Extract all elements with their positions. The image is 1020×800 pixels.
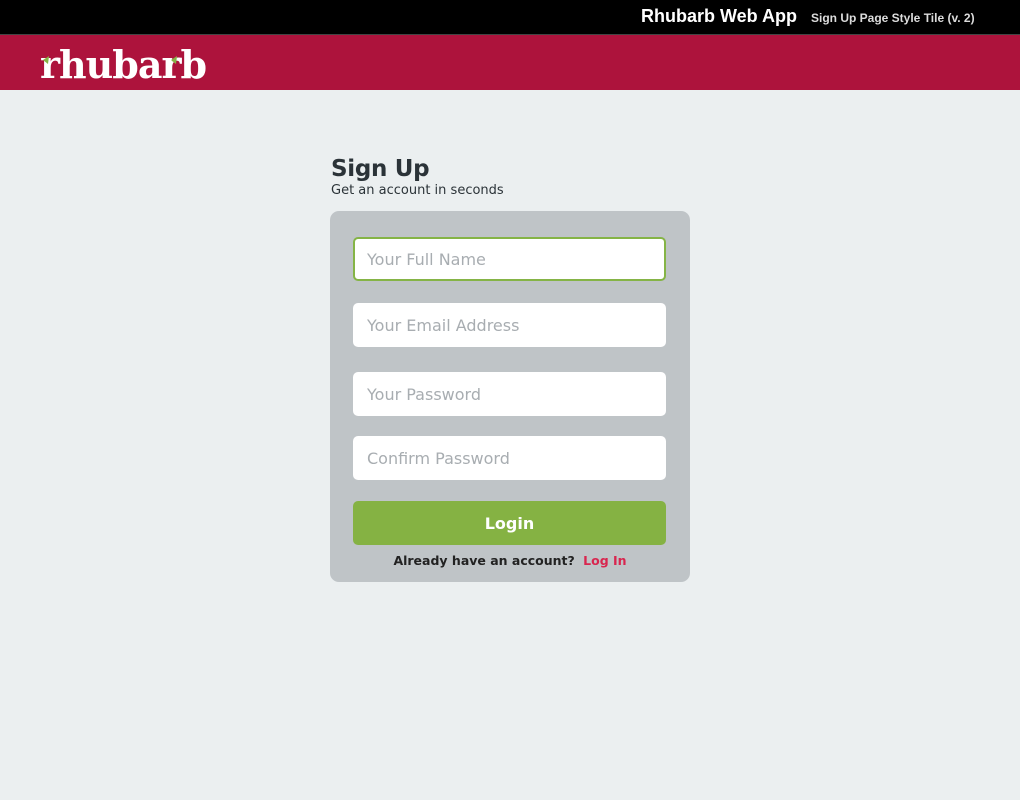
login-prompt: Already have an account? Log In <box>330 553 690 568</box>
login-button[interactable]: Login <box>353 501 666 545</box>
app-title: Rhubarb Web App <box>641 6 797 26</box>
login-link[interactable]: Log In <box>583 553 626 568</box>
confirm-password-field[interactable] <box>353 436 666 480</box>
style-tile-label: Sign Up Page Style Tile (v. 2) <box>811 11 975 25</box>
password-field[interactable] <box>353 372 666 416</box>
login-prompt-text: Already have an account? <box>393 553 575 568</box>
top-bar: Rhubarb Web App Sign Up Page Style Tile … <box>0 0 1020 35</box>
email-field[interactable] <box>353 303 666 347</box>
rhubarb-logo[interactable]: rhubarb <box>40 40 210 85</box>
page-subtitle: Get an account in seconds <box>331 183 504 198</box>
page-title: Sign Up <box>331 156 430 182</box>
signup-form-card: Login Already have an account? Log In <box>330 211 690 582</box>
logo-text: rhubarb <box>40 42 206 85</box>
full-name-field[interactable] <box>353 237 666 281</box>
